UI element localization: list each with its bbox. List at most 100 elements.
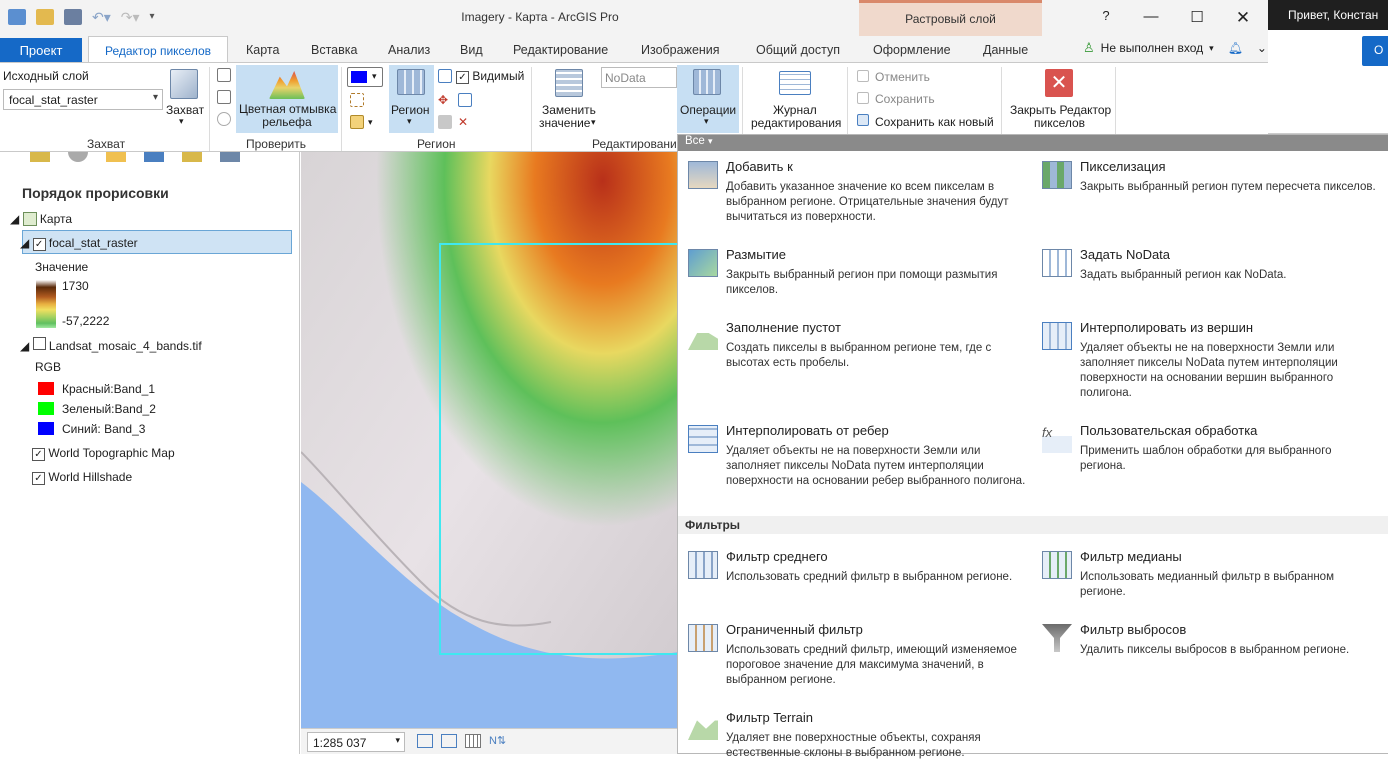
color-picker[interactable]: ▾ [347,67,383,87]
tab-project[interactable]: Проект [0,38,82,62]
labeling-icon[interactable] [220,152,240,162]
replace-value-icon [555,69,583,97]
op-title: Пользовательская обработка [1080,423,1258,438]
capture-chevron-icon[interactable]: ▾ [179,116,184,127]
minimize-button[interactable]: — [1141,8,1161,25]
tab-map[interactable]: Карта [246,43,279,57]
category-filter[interactable]: Все ▾ [678,135,1388,151]
background-app-button[interactable]: О [1362,36,1388,66]
close-editor-line1[interactable]: Закрыть Редактор [1010,103,1111,117]
person-icon[interactable] [217,112,231,126]
pixelate-icon [1042,161,1072,189]
grid-icon[interactable] [465,734,481,748]
op-title: Пикселизация [1080,159,1166,174]
capture-group-label: Захват [87,137,126,151]
map-node[interactable]: ◢ Карта [10,212,72,226]
map-status-bar: 1:285 037 ▾ N⇅ [301,728,678,754]
notification-bell-icon[interactable]: 🔔︎ [1228,41,1243,55]
operations-dropdown: Все ▾ Добавить к Добавить указанное знач… [677,134,1388,759]
collapse-ribbon-icon[interactable]: ⌄ [1257,41,1267,55]
op-desc: Добавить указанное значение ко всем пикс… [726,181,1009,223]
save-as-new-icon [857,114,869,126]
map-view[interactable] [301,152,678,728]
save-as-new-button[interactable]: Сохранить как новый [875,115,994,129]
chevron-down-icon: ▾ [1209,42,1214,53]
layer-hillshade[interactable]: ✓ World Hillshade [32,470,132,485]
region-icon [397,69,425,95]
move-icon[interactable]: ✥ [438,93,452,107]
rgb-label: RGB [35,360,62,374]
visible-checkbox[interactable]: ✓ Видимый [456,69,524,84]
tab-appearance[interactable]: Оформление [873,43,951,57]
journal-line1[interactable]: Журнал [773,103,817,117]
maximize-button[interactable]: ☐ [1187,8,1207,26]
custom-processing-icon: fx [1042,425,1072,453]
ribbon-tabs: Проект Редактор пикселов Карта Вставка А… [0,36,1268,63]
tab-share[interactable]: Общий доступ [756,43,840,57]
layer-hillshade-label: World Hillshade [48,470,133,484]
close-window-button[interactable]: ✕ [1233,8,1253,28]
layer-landsat[interactable]: ◢ Landsat_mosaic_4_bands.tif [20,337,202,353]
title-bar: ↶▾ ↷▾ ▾ Imagery - Карта - ArcGIS Pro Рас… [0,0,1268,62]
rotate-icon[interactable] [458,93,472,107]
layer-topo[interactable]: ✓ World Topographic Map [32,446,175,461]
replace-value-line2[interactable]: значение [539,116,590,130]
data-source-icon[interactable] [68,152,88,162]
eraser-icon[interactable] [438,115,452,129]
zoom-extent-icon[interactable] [417,734,433,748]
layer-topo-checkbox[interactable]: ✓ [32,448,45,461]
tab-imagery[interactable]: Изображения [641,43,720,57]
undo-edit-button[interactable]: Отменить [875,70,930,84]
nodata-input[interactable]: NoData [601,67,677,88]
close-editor-icon: ✕ [1045,69,1073,97]
mean-filter-icon [688,551,718,579]
layer-landsat-checkbox[interactable] [32,337,46,350]
help-button[interactable]: ? [1096,8,1116,23]
select-arrow-icon[interactable] [438,69,452,83]
selection-icon[interactable] [106,152,126,162]
op-title: Задать NoData [1080,247,1171,262]
editing-icon[interactable] [144,152,164,162]
layer-focal-stat-checkbox[interactable]: ✓ [32,238,46,251]
op-title: Размытие [726,247,787,262]
draw-shape-icon[interactable] [350,115,364,129]
tab-data[interactable]: Данные [983,43,1028,57]
op-desc: Закрыть выбранный регион при помощи разм… [726,269,998,296]
capture-button[interactable]: Захват [166,103,204,117]
visible-check-icon: ✓ [456,71,469,84]
layer-focal-stat[interactable]: ◢ ✓ focal_stat_raster [20,236,138,251]
fixed-zoom-icon[interactable] [441,734,457,748]
chevron-down-icon: ▾ [395,735,400,745]
layer-hillshade-checkbox[interactable]: ✓ [32,472,45,485]
lasso-icon[interactable] [350,93,364,107]
close-editor-line2[interactable]: пикселов [1034,116,1085,130]
navigation-icon[interactable]: N⇅ [489,734,506,748]
tab-pixel-editor[interactable]: Редактор пикселов [88,36,228,63]
green-band-label: Зеленый:Band_2 [62,402,156,416]
elevation-ramp [36,280,56,328]
separator [209,67,210,151]
region-group-label: Регион [417,137,456,151]
outlier-filter-icon [1042,624,1072,652]
tab-view[interactable]: Вид [460,43,483,57]
save-edit-button[interactable]: Сохранить [875,92,935,106]
snapping-icon[interactable] [182,152,202,162]
op-desc: Использовать средний фильтр в выбранном … [726,571,1013,583]
journal-line2[interactable]: редактирования [751,116,841,130]
replace-value-chevron-icon[interactable]: ▾ [591,117,596,128]
user-greeting: Привет, Констан [1288,8,1379,22]
delete-region-icon[interactable]: ✕ [458,115,472,129]
scale-select[interactable]: 1:285 037 ▾ [307,732,405,752]
signin-area[interactable]: ♙ Не выполнен вход ▾ 🔔︎ ⌄ [1083,40,1267,56]
pixel-inspect-icon[interactable] [217,90,231,104]
tab-analysis[interactable]: Анализ [388,43,430,57]
op-desc: Задать выбранный регион как NoData. [1080,269,1287,281]
source-layer-select[interactable]: focal_stat_raster [3,89,163,110]
inspect-icon[interactable] [217,68,231,82]
layer-order-icon[interactable] [30,152,50,162]
draw-shape-chevron-icon[interactable]: ▾ [368,117,373,128]
tab-edit[interactable]: Редактирование [513,43,608,57]
replace-value-line1[interactable]: Заменить [542,103,596,117]
median-filter-icon [1042,551,1072,579]
tab-insert[interactable]: Вставка [311,43,357,57]
